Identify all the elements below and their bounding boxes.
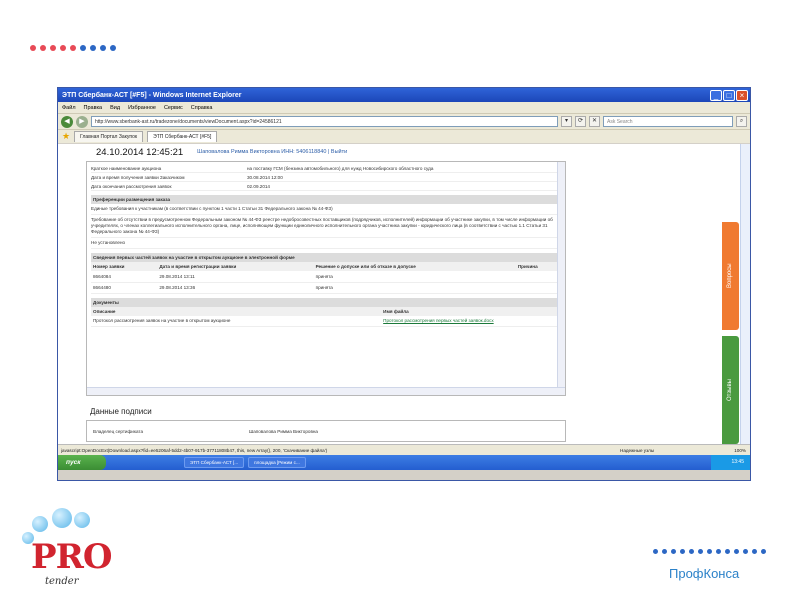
questions-side-tab[interactable]: Вопросы: [722, 222, 739, 330]
application-reason: [515, 282, 559, 294]
logo-pro-text: PRO: [31, 537, 112, 577]
security-zone: Надежные узлы: [620, 447, 655, 453]
documents-heading: Документы: [91, 297, 559, 307]
minimize-button[interactable]: _: [710, 89, 722, 101]
signature-value: Шаповалова Римма Викторовна: [249, 428, 318, 434]
close-button[interactable]: ×: [736, 89, 748, 101]
dropdown-icon[interactable]: ▾: [561, 116, 572, 127]
reviews-side-tab[interactable]: Отзывы: [722, 336, 739, 444]
column-header: Номер заявки: [91, 262, 158, 271]
document-horizontal-scrollbar[interactable]: [87, 387, 565, 395]
column-header: Имя файла: [381, 306, 559, 316]
refresh-icon[interactable]: ⟳: [575, 116, 586, 127]
tab-sberbank-ast[interactable]: ЭТП Сбербанк-АСТ [#F5]: [147, 131, 218, 142]
browser-window: ЭТП Сбербанк-АСТ [#F5] - Windows Interne…: [57, 87, 751, 481]
taskbar-item-browser[interactable]: ЭТП Сбербанк-АСТ [...: [184, 457, 245, 468]
menu-help[interactable]: Справка: [191, 105, 213, 111]
document-file-link[interactable]: Протокол рассмотрения первых частей заяв…: [383, 318, 493, 323]
column-header: Причина: [515, 262, 559, 271]
user-info-link[interactable]: Шаповалова Римма Викторовна ИНН: 5406118…: [197, 149, 347, 155]
search-input[interactable]: Ask Search: [603, 116, 733, 127]
field-value: 02.09.2014: [247, 183, 270, 189]
application-date: 29.08.2014 13:36: [157, 282, 314, 294]
tabs-bar: ★ Главная Портал Закупок ЭТП Сбербанк-АС…: [58, 129, 750, 143]
field-row: Краткое наименование аукциона на поставк…: [91, 164, 559, 173]
menu-tools[interactable]: Сервис: [164, 105, 183, 111]
status-text: javascript:OpenDocExt(Download.aspx?fid=…: [61, 447, 328, 453]
documents-table: Описание Имя файла Протокол рассмотрения…: [91, 306, 559, 327]
window-title-bar: ЭТП Сбербанк-АСТ [#F5] - Windows Interne…: [58, 88, 750, 102]
page-vertical-scrollbar[interactable]: [740, 144, 750, 444]
taskbar-item-document[interactable]: площадка [Режим с...: [248, 457, 306, 468]
document-vertical-scrollbar[interactable]: [557, 162, 565, 395]
menu-file[interactable]: Файл: [62, 105, 76, 111]
decorative-dots-top: [30, 45, 116, 51]
document-frame: Краткое наименование аукциона на поставк…: [86, 161, 566, 396]
search-icon[interactable]: ⌕: [736, 116, 747, 127]
preference-line: Не установлено: [91, 238, 559, 249]
field-key: Краткое наименование аукциона: [91, 165, 162, 171]
application-decision: принята: [313, 271, 516, 283]
page-header: 24.10.2014 12:45:21 Шаповалова Римма Вик…: [58, 144, 750, 160]
company-name: ПрофКонса: [669, 566, 740, 581]
status-bar: javascript:OpenDocExt(Download.aspx?fid=…: [58, 444, 750, 455]
signature-frame: Владелец сертификата Шаповалова Римма Ви…: [86, 420, 566, 442]
table-row: Протокол рассмотрения заявок на участие …: [91, 315, 559, 327]
back-icon[interactable]: ◀: [61, 115, 73, 128]
preferences-heading: Преференции размещения заказа: [91, 195, 559, 204]
application-reason: [515, 271, 559, 283]
current-date: 24.10.2014 12:45:21: [96, 146, 184, 158]
page-content: 24.10.2014 12:45:21 Шаповалова Римма Вик…: [58, 144, 750, 444]
table-row: 8664480 29.08.2014 13:36 принята: [91, 282, 559, 294]
field-value: 30.08.2014 12:00: [247, 174, 283, 180]
start-button[interactable]: пуск: [58, 455, 106, 470]
url-input[interactable]: http://www.sberbank-ast.ru/tradezone/doc…: [91, 116, 558, 127]
decorative-dots-bottom: [653, 549, 766, 554]
menu-bar: Файл Правка Вид Избранное Сервис Справка: [58, 102, 750, 113]
preference-line: Единые требования к участникам (в соотве…: [91, 204, 559, 215]
application-date: 29.08.2014 13:11: [157, 271, 314, 283]
forward-icon[interactable]: ▶: [76, 115, 88, 128]
menu-view[interactable]: Вид: [110, 105, 120, 111]
preference-line: Требование об отсутствии в предусмотренн…: [91, 215, 559, 238]
column-header: Решение о допуске или об отказе в допуск…: [313, 262, 516, 271]
field-key: Дата окончания рассмотрения заявок: [91, 183, 172, 189]
application-number: 8664480: [91, 282, 158, 294]
applications-table: Номер заявки Дата и время регистрации за…: [91, 262, 559, 294]
column-header: Описание: [91, 306, 382, 316]
system-tray-clock: 13:45: [711, 455, 750, 470]
tab-portal[interactable]: Главная Портал Закупок: [74, 131, 144, 142]
application-decision: принята: [313, 282, 516, 294]
presentation-slide: ЭТП Сбербанк-АСТ [#F5] - Windows Interne…: [0, 0, 800, 600]
column-header: Дата и время регистрации заявки: [157, 262, 314, 271]
application-number: 8664084: [91, 271, 158, 283]
menu-edit[interactable]: Правка: [84, 105, 103, 111]
field-row: Дата окончания рассмотрения заявок 02.09…: [91, 182, 559, 191]
field-key: Дата и время получения заявки Заказчиком: [91, 174, 185, 180]
document-description: Протокол рассмотрения заявок на участие …: [91, 315, 382, 327]
stop-icon[interactable]: ✕: [589, 116, 600, 127]
menu-favorites[interactable]: Избранное: [128, 105, 156, 111]
logo-tender-text: tender: [45, 576, 79, 587]
signature-key: Владелец сертификата: [93, 428, 144, 434]
field-value: на поставку ГСМ (бензина автомобильного)…: [247, 165, 434, 171]
favorites-star-icon[interactable]: ★: [62, 131, 70, 142]
taskbar: пуск ЭТП Сбербанк-АСТ [... площадка [Реж…: [58, 455, 750, 470]
applications-heading: Сведения первых частей заявок на участие…: [91, 253, 559, 262]
address-bar: ◀ ▶ http://www.sberbank-ast.ru/tradezone…: [58, 113, 750, 129]
maximize-button[interactable]: □: [723, 89, 735, 101]
signature-title: Данные подписи: [90, 407, 152, 416]
table-row: 8664084 29.08.2014 13:11 принята: [91, 271, 559, 283]
window-title: ЭТП Сбербанк-АСТ [#F5] - Windows Interne…: [62, 91, 242, 99]
zoom-level[interactable]: 100%: [700, 448, 750, 453]
field-row: Дата и время получения заявки Заказчиком…: [91, 173, 559, 182]
